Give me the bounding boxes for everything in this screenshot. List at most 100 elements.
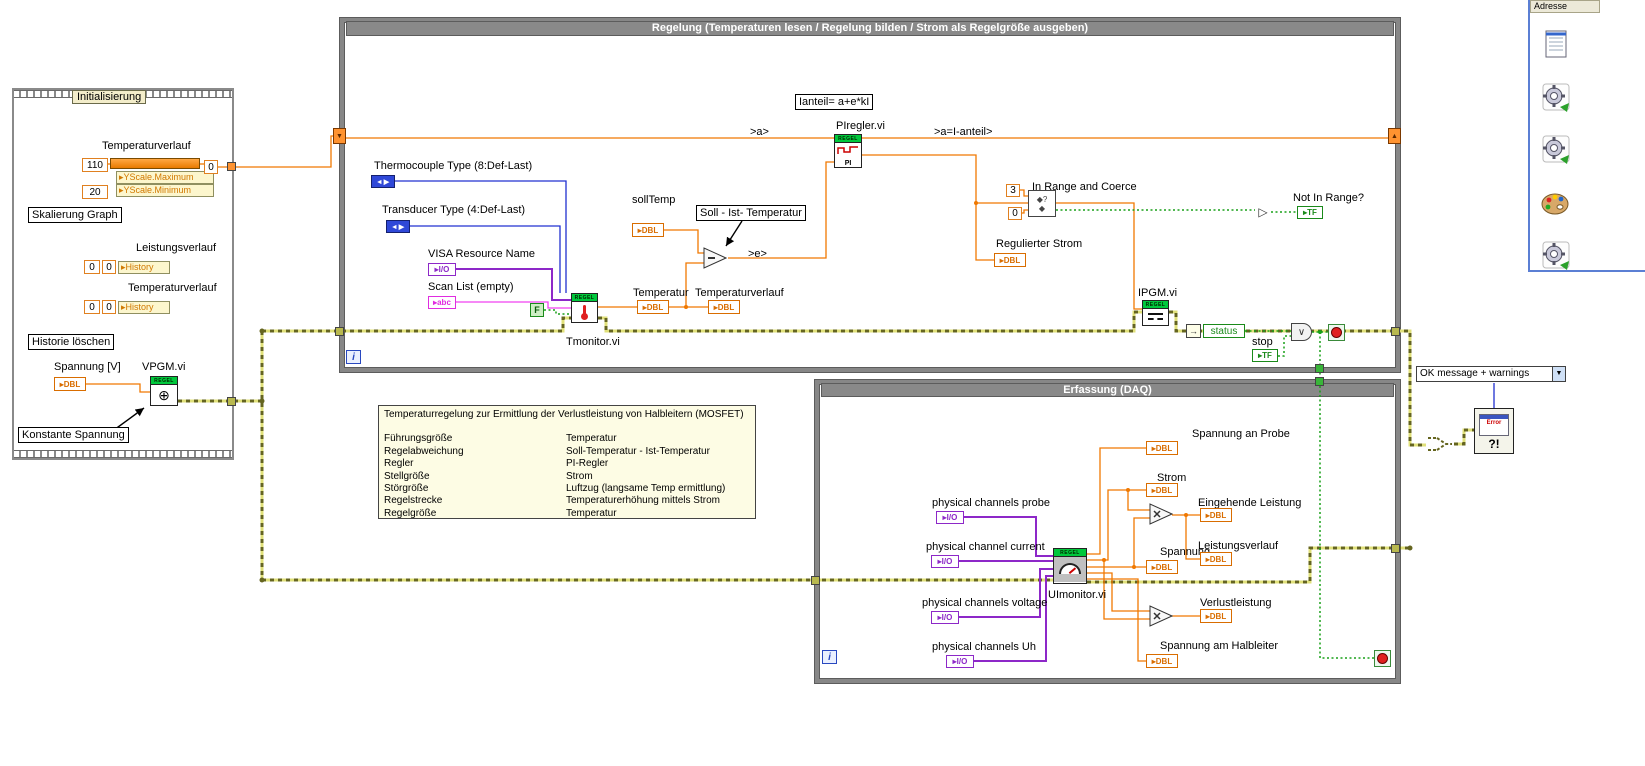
- yscale-slider[interactable]: [110, 158, 200, 169]
- leistungsverlauf-terminal[interactable]: ▸DBL: [1200, 552, 1232, 566]
- init-frame-tunnel: [227, 162, 236, 171]
- ipgm-vi-node[interactable]: REGEL: [1142, 300, 1169, 326]
- strom-terminal[interactable]: ▸DBL: [1146, 483, 1178, 497]
- vi-file-icon[interactable]: [1539, 238, 1573, 272]
- or-node[interactable]: ∨: [1291, 323, 1312, 341]
- io-terminal-probe[interactable]: ▸I/O: [936, 511, 964, 524]
- palette-icon[interactable]: [1539, 186, 1573, 220]
- shift-register-left[interactable]: ▼: [333, 128, 346, 144]
- not-node[interactable]: ▷: [1255, 205, 1271, 219]
- input-probe-label: physical channels probe: [932, 497, 1051, 509]
- tmonitor-label: Tmonitor.vi: [566, 336, 620, 348]
- temperaturverlauf-out-label: Temperaturverlauf: [695, 287, 784, 299]
- spannung-probe-terminal[interactable]: ▸DBL: [1146, 441, 1178, 455]
- tmonitor-vi-node[interactable]: REGEL: [571, 293, 598, 323]
- solltemp-terminal[interactable]: ▸DBL: [632, 223, 664, 237]
- voltage-source-icon: ⊕: [158, 387, 170, 403]
- notepad-icon[interactable]: [1539, 26, 1573, 60]
- stop-terminal[interactable]: ▸TF: [1252, 349, 1278, 362]
- notinrange-terminal[interactable]: ▸TF: [1297, 206, 1323, 219]
- loop-condition-terminal-regelung[interactable]: [1328, 324, 1345, 341]
- dropdown-arrow-icon: ▼: [1552, 367, 1565, 381]
- yscale-max-constant[interactable]: 110: [82, 158, 108, 172]
- error-dialog-icon: Error: [1479, 414, 1509, 436]
- input-current-label: physical channel current: [926, 541, 1045, 553]
- a-wire-label: >a>: [750, 126, 769, 138]
- property-node-yscale-max[interactable]: ▸YScale.Maximum: [116, 171, 214, 184]
- general-error-handler-node[interactable]: Error ?!: [1474, 408, 1514, 454]
- unbundle-status-node[interactable]: →: [1186, 324, 1201, 338]
- erfassung-right-error-tunnel: [1391, 544, 1400, 553]
- yscale-min-constant[interactable]: 20: [82, 185, 108, 199]
- temperaturverlauf-terminal[interactable]: ▸DBL: [708, 300, 740, 314]
- history2-constant-b[interactable]: 0: [102, 300, 116, 314]
- io-terminal-current[interactable]: ▸I/O: [931, 555, 959, 568]
- skalierung-label: Skalierung Graph: [28, 207, 122, 223]
- erfassung-top-bool-tunnel: [1315, 377, 1324, 386]
- transducer-label: Transducer Type (4:Def-Last): [382, 204, 526, 216]
- merge-errors-node[interactable]: [1426, 432, 1454, 456]
- input-uh-label: physical channels Uh: [932, 641, 1036, 653]
- history2-constant-a[interactable]: 0: [84, 300, 100, 314]
- verlustleistung-terminal[interactable]: ▸DBL: [1200, 609, 1232, 623]
- multiply-node-leistung[interactable]: [1149, 503, 1174, 525]
- input-voltage-label: physical channels voltage: [922, 597, 1048, 609]
- loop-condition-terminal-erfassung[interactable]: [1374, 650, 1391, 667]
- comment-key: Regelgröße: [384, 507, 437, 519]
- thermocouple-terminal[interactable]: ◄▶: [371, 175, 395, 188]
- error-dialog-title: Error: [1486, 420, 1502, 426]
- in-range-and-coerce-node[interactable]: ◆? ◆: [1028, 190, 1056, 217]
- property-node-yscale-min[interactable]: ▸YScale.Minimum: [116, 184, 214, 197]
- regelung-left-error-tunnel: [335, 327, 344, 336]
- formula-label: Ianteil= a+e*kI: [795, 94, 874, 110]
- io-terminal-voltage[interactable]: ▸I/O: [931, 611, 959, 624]
- property-node-history1[interactable]: ▸History: [118, 261, 170, 274]
- eingehende-leistung-terminal[interactable]: ▸DBL: [1200, 508, 1232, 522]
- dialog-type-value: OK message + warnings: [1420, 368, 1530, 379]
- temperaturverlauf-label: Temperaturverlauf: [128, 282, 217, 294]
- io-terminal-uh[interactable]: ▸I/O: [946, 655, 974, 668]
- comment-value: Temperatur: [566, 433, 617, 445]
- spannung-halbleiter-terminal[interactable]: ▸DBL: [1146, 654, 1178, 668]
- output-leistungsverlauf-label: Leistungsverlauf: [1198, 540, 1279, 552]
- thermometer-icon: [580, 305, 588, 320]
- comment-value: Soll-Temperatur - Ist-Temperatur: [566, 445, 710, 457]
- inrange-lower-constant[interactable]: 0: [1008, 207, 1022, 220]
- vi-file-icon[interactable]: [1539, 80, 1573, 114]
- inrange-upper-constant[interactable]: 3: [1006, 184, 1020, 197]
- transducer-terminal[interactable]: ◄▶: [386, 220, 410, 233]
- regulierter-strom-terminal[interactable]: ▸DBL: [994, 253, 1026, 267]
- vi-icon-header: REGEL: [1143, 301, 1168, 309]
- spannung-terminal[interactable]: ▸DBL: [1146, 560, 1178, 574]
- shift-register-right[interactable]: ▲: [1388, 128, 1401, 144]
- false-constant[interactable]: F: [530, 303, 544, 317]
- graph-label: Temperaturverlauf: [102, 140, 191, 152]
- spannung-dbl-terminal[interactable]: ▸DBL: [54, 377, 86, 391]
- visa-terminal[interactable]: ▸I/O: [428, 263, 456, 276]
- multiply-node-verlust[interactable]: [1149, 605, 1174, 627]
- history1-constant-b[interactable]: 0: [102, 260, 116, 274]
- regulierter-strom-label: Regulierter Strom: [996, 238, 1083, 250]
- temperatur-label: Temperatur: [633, 287, 689, 299]
- piregler-vi-node[interactable]: REGEL PI: [834, 134, 862, 168]
- uimonitor-vi-node[interactable]: REGEL: [1053, 548, 1087, 584]
- scanlist-terminal[interactable]: ▸abc: [428, 296, 456, 309]
- vpgm-vi-node[interactable]: REGEL ⊕: [150, 376, 178, 406]
- inrange-icon-bottom: ◆: [1038, 203, 1046, 213]
- status-terminal[interactable]: status: [1203, 324, 1245, 338]
- vi-icon-header: REGEL: [1054, 549, 1086, 557]
- temperatur-terminal[interactable]: ▸DBL: [637, 300, 669, 314]
- dialog-type-ring[interactable]: OK message + warnings ▼: [1416, 366, 1566, 382]
- comment-key: Störgröße: [384, 483, 429, 495]
- subtract-node[interactable]: [703, 247, 728, 269]
- stop-sign-icon: [1377, 653, 1388, 664]
- property-node-history2[interactable]: ▸History: [118, 301, 170, 314]
- history1-constant-a[interactable]: 0: [84, 260, 100, 274]
- comment-title: Temperaturregelung zur Ermittlung der Ve…: [384, 409, 744, 420]
- iteration-terminal-regelung[interactable]: i: [346, 350, 361, 364]
- historie-loeschen-label: Historie löschen: [28, 334, 115, 350]
- iteration-terminal-erfassung[interactable]: i: [822, 650, 837, 664]
- vi-file-icon[interactable]: [1539, 132, 1573, 166]
- scale-out-constant[interactable]: 0: [204, 160, 218, 174]
- thermocouple-label: Thermocouple Type (8:Def-Last): [374, 160, 533, 172]
